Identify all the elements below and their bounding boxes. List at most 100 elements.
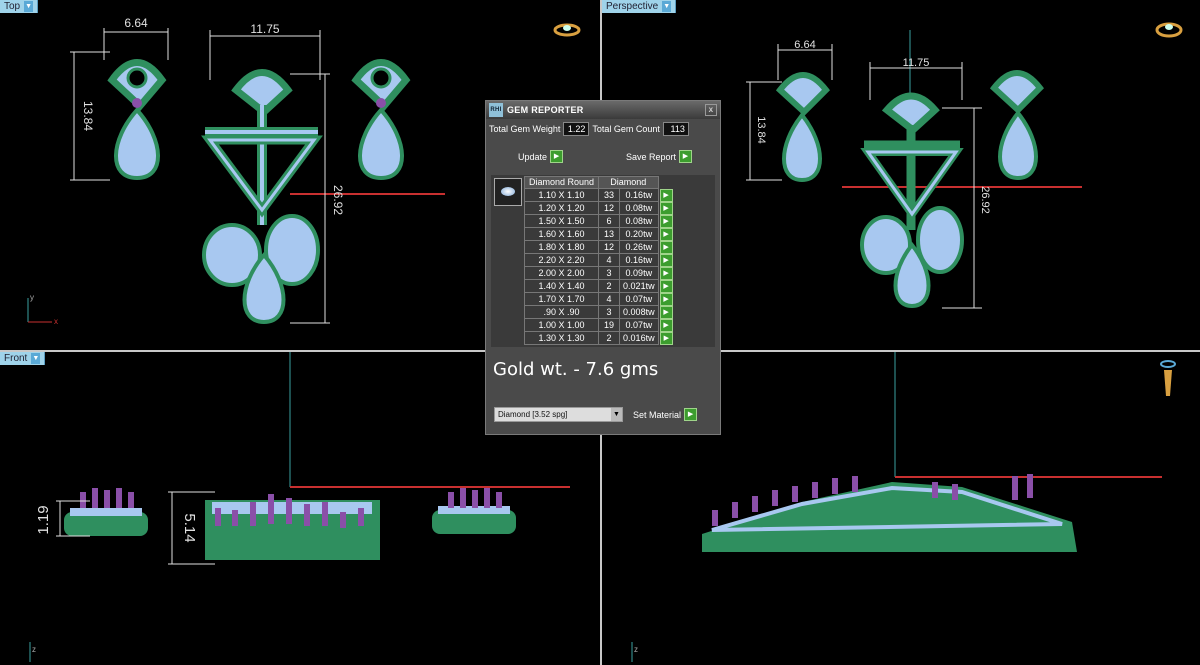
table-row[interactable]: 1.60 X 1.60 13 0.20tw ▶	[523, 227, 674, 241]
gem-table: Diamond Round Diamond 1.10 X 1.10 33 0.16t…	[523, 176, 674, 345]
gem-quantity: 4	[598, 292, 621, 306]
gem-size: 1.10 X 1.10	[523, 188, 600, 202]
set-material-label: Set Material	[633, 409, 682, 420]
set-material-button[interactable]: Set Material ▶	[633, 408, 698, 421]
gem-reporter-title: GEM REPORTER	[507, 105, 584, 115]
table-row[interactable]: 1.30 X 1.30 2 0.016tw ▶	[523, 331, 674, 345]
gem-size: 1.60 X 1.60	[523, 227, 600, 241]
pendant-view-icon[interactable]	[1160, 360, 1176, 396]
column-header-material: Diamond	[598, 176, 659, 189]
gem-total-weight: 0.08tw	[619, 214, 659, 228]
gem-size: 2.00 X 2.00	[523, 266, 600, 280]
table-row[interactable]: 1.80 X 1.80 12 0.26tw ▶	[523, 240, 674, 254]
material-select-value: Diamond [3.52 spg]	[498, 410, 568, 419]
gem-total-weight: 0.07tw	[619, 318, 659, 332]
play-icon: ▶	[550, 150, 564, 163]
gem-quantity: 2	[598, 331, 621, 345]
left-earring-front	[64, 488, 148, 536]
rhino-logo-icon: RHI	[489, 103, 503, 117]
row-select-icon[interactable]: ▶	[659, 266, 673, 280]
dim-persp-center-height: 26.92	[979, 186, 991, 214]
viewport-perspective-name: Perspective	[606, 1, 659, 12]
dim-front-left-height: 1.19	[35, 505, 52, 534]
dim-top-left-height: 13.84	[81, 101, 95, 131]
gem-size: 1.70 X 1.70	[523, 292, 600, 306]
gem-quantity: 3	[598, 305, 621, 319]
gem-quantity: 6	[598, 214, 621, 228]
column-header-shape: Diamond Round	[523, 176, 600, 189]
center-pendant-persp	[860, 92, 964, 309]
viewport-perspective-label[interactable]: Perspective ▼	[602, 0, 677, 13]
row-select-icon[interactable]: ▶	[659, 318, 673, 332]
row-select-icon[interactable]: ▶	[659, 201, 673, 215]
close-icon[interactable]: x	[705, 104, 717, 116]
left-earring-top	[107, 59, 167, 181]
save-report-label: Save Report	[625, 151, 676, 162]
row-select-icon[interactable]: ▶	[659, 240, 673, 254]
ring-icon[interactable]	[1155, 22, 1183, 38]
right-earring-persp	[989, 70, 1044, 181]
left-earring-persp	[775, 72, 830, 183]
row-select-icon[interactable]: ▶	[659, 227, 673, 241]
total-gem-weight-value: 1.22	[563, 122, 590, 136]
gem-quantity: 12	[598, 240, 621, 254]
gem-size: 1.40 X 1.40	[523, 279, 600, 293]
chevron-down-icon[interactable]: ▼	[662, 1, 672, 12]
gem-total-weight: 0.07tw	[619, 292, 659, 306]
gem-reporter-panel: RHI GEM REPORTER x Total Gem Weight 1.22…	[485, 100, 721, 435]
table-row[interactable]: 1.70 X 1.70 4 0.07tw ▶	[523, 292, 674, 306]
table-row[interactable]: 1.10 X 1.10 33 0.16tw ▶	[523, 188, 674, 202]
gem-quantity: 3	[598, 266, 621, 280]
dim-persp-left-width: 6.64	[794, 39, 815, 51]
row-select-icon[interactable]: ▶	[659, 305, 673, 319]
axis-z-label: z	[32, 645, 36, 654]
dim-persp-center-width: 11.75	[903, 57, 930, 69]
gem-size: 1.20 X 1.20	[523, 201, 600, 215]
table-row[interactable]: 1.20 X 1.20 12 0.08tw ▶	[523, 201, 674, 215]
gem-total-weight: 0.16tw	[619, 253, 659, 267]
chevron-down-icon: ▼	[611, 408, 622, 421]
pendant-side-view	[702, 474, 1077, 552]
table-row[interactable]: 1.00 X 1.00 19 0.07tw ▶	[523, 318, 674, 332]
viewport-front-label[interactable]: Front ▼	[0, 352, 46, 365]
gem-total-weight: 0.20tw	[619, 227, 659, 241]
update-label: Update	[518, 151, 548, 162]
row-select-icon[interactable]: ▶	[659, 292, 673, 306]
gem-total-weight: 0.08tw	[619, 201, 659, 215]
table-row[interactable]: 2.00 X 2.00 3 0.09tw ▶	[523, 266, 674, 280]
gem-quantity: 13	[598, 227, 621, 241]
gem-total-weight: 0.09tw	[619, 266, 659, 280]
gem-size: 1.50 X 1.50	[523, 214, 600, 228]
gold-weight-text: Gold wt. - 7.6 gms	[493, 359, 659, 380]
gem-size: 2.20 X 2.20	[523, 253, 600, 267]
dim-top-left-width: 6.64	[124, 16, 148, 30]
gem-size: 1.80 X 1.80	[523, 240, 600, 254]
material-select[interactable]: Diamond [3.52 spg] ▼	[494, 407, 623, 422]
row-select-icon[interactable]: ▶	[659, 279, 673, 293]
ring-icon[interactable]	[553, 23, 581, 37]
gem-total-weight: 0.26tw	[619, 240, 659, 254]
table-row[interactable]: 2.20 X 2.20 4 0.16tw ▶	[523, 253, 674, 267]
gem-reporter-titlebar[interactable]: RHI GEM REPORTER x	[486, 101, 720, 119]
axis-z-label-right: z	[634, 645, 638, 654]
gem-quantity: 33	[598, 188, 621, 202]
update-button[interactable]: Update ▶	[518, 150, 564, 163]
table-row[interactable]: 1.50 X 1.50 6 0.08tw ▶	[523, 214, 674, 228]
table-row[interactable]: .90 X .90 3 0.008tw ▶	[523, 305, 674, 319]
chevron-down-icon[interactable]: ▼	[24, 1, 34, 12]
gem-total-weight: 0.016tw	[619, 331, 659, 345]
row-select-icon[interactable]: ▶	[659, 214, 673, 228]
dim-front-center-height: 5.14	[181, 513, 198, 542]
viewport-top-label[interactable]: Top ▼	[0, 0, 39, 13]
table-row[interactable]: 1.40 X 1.40 2 0.021tw ▶	[523, 279, 674, 293]
row-select-icon[interactable]: ▶	[659, 188, 673, 202]
row-select-icon[interactable]: ▶	[659, 331, 673, 345]
gem-total-weight: 0.021tw	[619, 279, 659, 293]
play-icon: ▶	[684, 408, 698, 421]
gem-total-weight: 0.008tw	[619, 305, 659, 319]
row-select-icon[interactable]: ▶	[659, 253, 673, 267]
chevron-down-icon[interactable]: ▼	[31, 353, 41, 364]
viewport-front-name: Front	[4, 353, 28, 364]
save-report-button[interactable]: Save Report ▶	[626, 150, 692, 163]
play-icon: ▶	[679, 150, 692, 163]
